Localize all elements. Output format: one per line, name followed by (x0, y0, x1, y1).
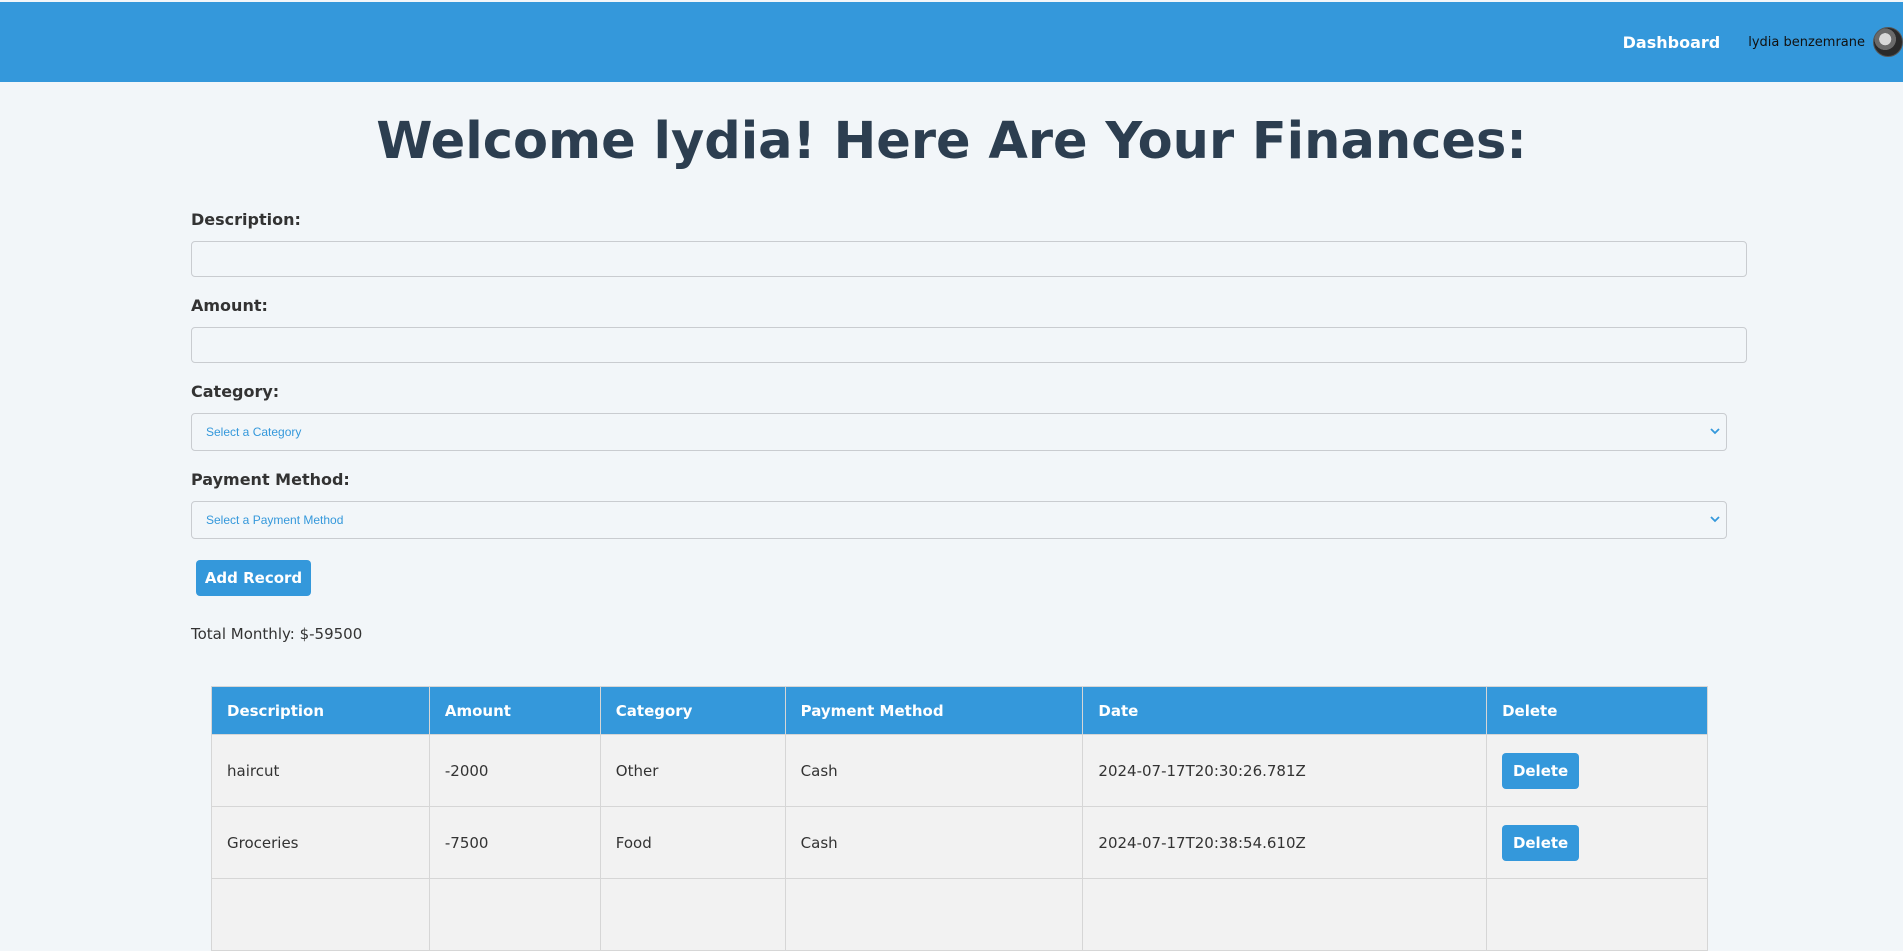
payment-method-select[interactable]: Select a Payment Method (191, 501, 1727, 539)
user-name[interactable]: lydia benzemrane (1748, 35, 1865, 50)
total-monthly: Total Monthly: $-59500 (191, 625, 363, 643)
avatar[interactable] (1873, 27, 1903, 57)
cell-description (211, 878, 430, 951)
page-title: Welcome lydia! Here Are Your Finances: (376, 112, 1527, 171)
header-delete: Delete (1486, 686, 1708, 735)
cell-amount: -2000 (428, 734, 601, 807)
top-navbar: Dashboard lydia benzemrane (0, 2, 1903, 82)
header-category: Category (599, 686, 786, 735)
navbar-right-group: Dashboard lydia benzemrane (1623, 2, 1903, 82)
add-record-button[interactable]: Add Record (196, 560, 311, 596)
cell-date (1082, 878, 1488, 951)
cell-delete (1486, 878, 1708, 951)
amount-input[interactable] (191, 327, 1747, 363)
cell-delete: Delete (1486, 806, 1708, 879)
category-label: Category: (191, 382, 280, 401)
table-row: Groceries -7500 Food Cash 2024-07-17T20:… (211, 806, 1708, 879)
dashboard-link[interactable]: Dashboard (1623, 33, 1721, 52)
payment-method-selected-value: Select a Payment Method (206, 513, 344, 527)
header-amount: Amount (428, 686, 601, 735)
category-select[interactable]: Select a Category (191, 413, 1727, 451)
cell-amount (428, 878, 601, 951)
description-input[interactable] (191, 241, 1747, 277)
cell-date: 2024-07-17T20:38:54.610Z (1082, 806, 1488, 879)
delete-button[interactable]: Delete (1502, 752, 1580, 789)
cell-category: Other (599, 734, 786, 807)
cell-category (599, 878, 786, 951)
amount-label: Amount: (191, 296, 268, 315)
delete-button[interactable]: Delete (1502, 824, 1580, 861)
cell-amount: -7500 (428, 806, 601, 879)
cell-description: haircut (211, 734, 430, 807)
cell-delete: Delete (1486, 734, 1708, 807)
chevron-down-icon (1710, 516, 1720, 523)
table-row (211, 878, 1708, 951)
description-label: Description: (191, 210, 301, 229)
cell-payment-method: Cash (784, 734, 1084, 807)
records-table: Description Amount Category Payment Meth… (211, 686, 1708, 951)
header-payment-method: Payment Method (784, 686, 1084, 735)
cell-date: 2024-07-17T20:30:26.781Z (1082, 734, 1488, 807)
header-description: Description (211, 686, 430, 735)
cell-payment-method: Cash (784, 806, 1084, 879)
chevron-down-icon (1710, 428, 1720, 435)
category-selected-value: Select a Category (206, 425, 302, 439)
table-row: haircut -2000 Other Cash 2024-07-17T20:3… (211, 734, 1708, 807)
payment-method-label: Payment Method: (191, 470, 350, 489)
cell-category: Food (599, 806, 786, 879)
cell-payment-method (784, 878, 1084, 951)
header-date: Date (1082, 686, 1488, 735)
table-header-row: Description Amount Category Payment Meth… (211, 686, 1708, 735)
cell-description: Groceries (211, 806, 430, 879)
